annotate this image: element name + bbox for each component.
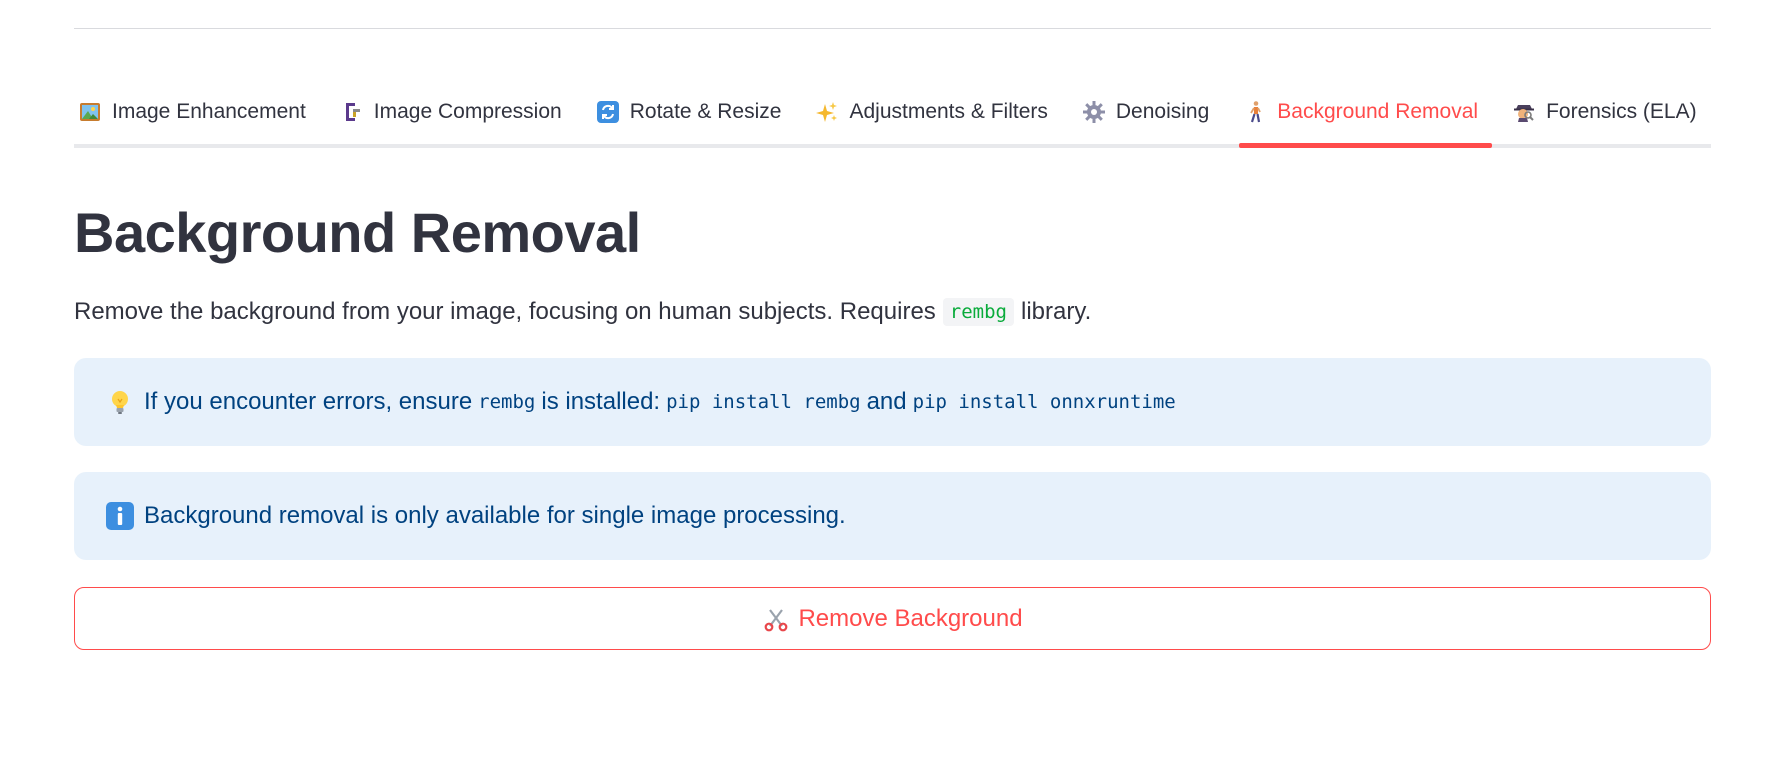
- install-alert-code: rembg: [478, 391, 536, 413]
- person-walking-icon: [1243, 100, 1267, 124]
- tab-bar: Image Enhancement Image Compression Rota…: [74, 92, 1711, 148]
- page-description: Remove the background from your image, f…: [74, 298, 1091, 326]
- tab-image-enhancement[interactable]: Image Enhancement: [74, 92, 320, 132]
- tab-adjustments-filters[interactable]: Adjustments & Filters: [811, 92, 1061, 132]
- install-alert-code: pip install onnxruntime: [912, 391, 1176, 413]
- light-bulb-icon: [104, 386, 136, 418]
- page-title: Background Removal: [74, 201, 641, 264]
- top-divider: [74, 28, 1711, 29]
- tab-forensics-ela[interactable]: Forensics (ELA): [1508, 92, 1711, 132]
- tab-label: Forensics (ELA): [1546, 100, 1697, 123]
- rotate-arrows-icon: [596, 100, 620, 124]
- framed-picture-icon: [78, 100, 102, 124]
- info-alert: Background removal is only available for…: [74, 472, 1711, 560]
- information-icon: [104, 500, 136, 532]
- tab-rotate-resize[interactable]: Rotate & Resize: [592, 92, 796, 132]
- remove-background-button[interactable]: Remove Background: [74, 587, 1711, 650]
- scissors-icon: [762, 605, 790, 633]
- tab-denoising[interactable]: Denoising: [1078, 92, 1223, 132]
- info-alert-text: Background removal is only available for…: [144, 502, 846, 529]
- tab-label: Image Compression: [373, 100, 562, 123]
- description-text-end: library.: [1021, 298, 1092, 325]
- install-alert-text: is installed:: [541, 388, 661, 415]
- clamp-icon: [340, 100, 364, 124]
- detective-icon: [1512, 100, 1536, 124]
- sparkles-icon: [815, 100, 839, 124]
- install-alert-text: If you encounter errors, ensure: [144, 388, 473, 415]
- tab-image-compression[interactable]: Image Compression: [336, 92, 576, 132]
- description-code: rembg: [942, 298, 1014, 326]
- gear-icon: [1082, 100, 1106, 124]
- remove-background-button-label: Remove Background: [798, 604, 1023, 632]
- tab-label: Adjustments & Filters: [849, 100, 1048, 123]
- install-alert: If you encounter errors, ensure rembg is…: [74, 358, 1711, 446]
- description-text: Remove the background from your image, f…: [74, 298, 936, 325]
- install-alert-code: pip install rembg: [666, 391, 861, 413]
- install-alert-text: and: [866, 388, 907, 415]
- tab-label: Denoising: [1115, 100, 1210, 123]
- tab-label: Image Enhancement: [112, 100, 306, 123]
- tab-label: Rotate & Resize: [629, 100, 782, 123]
- tab-background-removal[interactable]: Background Removal: [1239, 92, 1492, 148]
- tab-label: Background Removal: [1277, 100, 1479, 123]
